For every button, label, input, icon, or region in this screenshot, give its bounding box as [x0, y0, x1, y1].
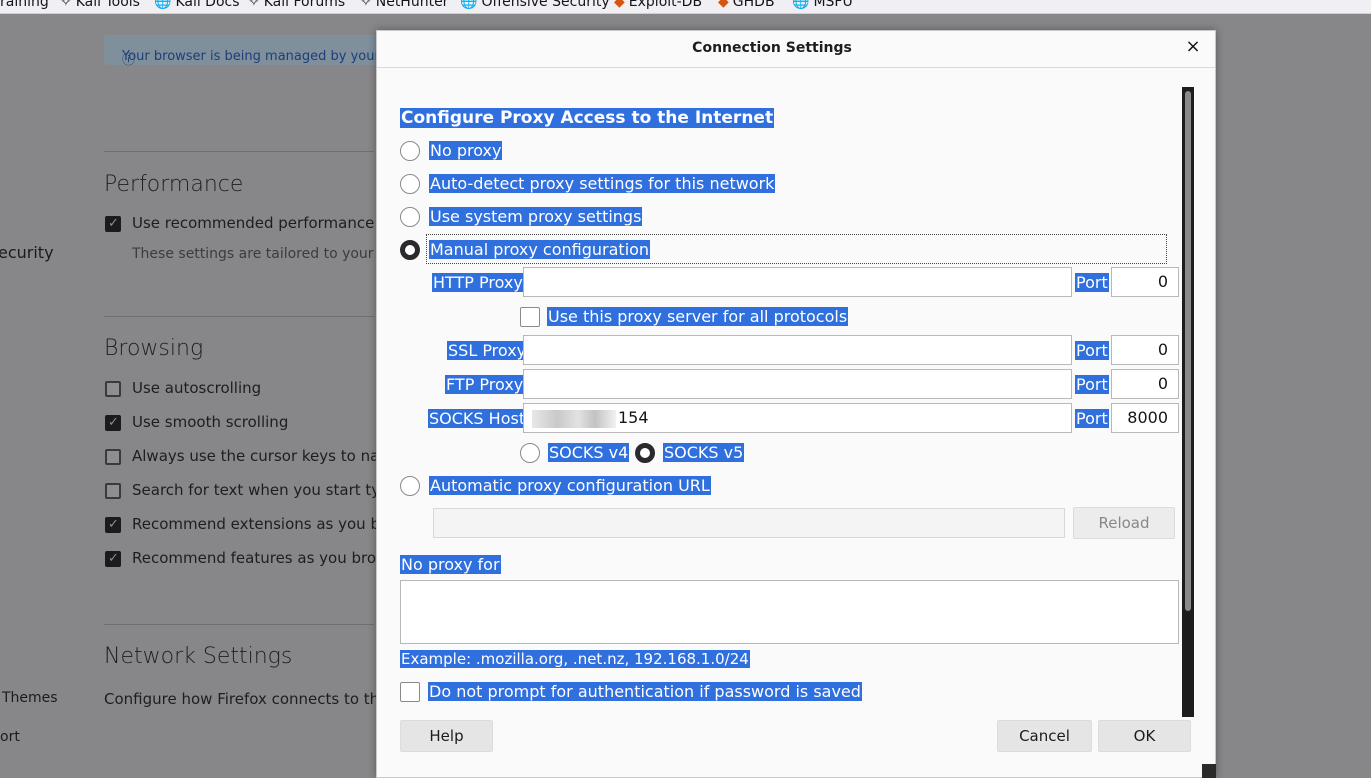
ftp-port-input[interactable]: 0 — [1111, 369, 1179, 399]
divider — [104, 316, 374, 317]
bookmark-item[interactable]: ✧ NetHunter — [360, 0, 448, 10]
divider — [104, 151, 374, 152]
divider — [104, 624, 374, 625]
bookmark-item[interactable]: ✧ Kali Forums — [248, 0, 345, 10]
ssl-port-label: Port — [1075, 341, 1109, 360]
auto-proxy-url-radio[interactable] — [400, 476, 420, 496]
ftp-proxy-input[interactable] — [523, 369, 1072, 399]
http-proxy-label: HTTP Proxy — [432, 273, 524, 292]
reload-button[interactable]: Reload — [1073, 507, 1175, 539]
no-proxy-for-label: No proxy for — [400, 555, 501, 574]
smooth-scrolling-checkbox[interactable] — [105, 415, 121, 431]
bookmark-item[interactable]: 🌐 MSFU — [792, 0, 853, 10]
dialog-titlebar: Connection Settings × — [377, 31, 1215, 68]
help-button[interactable]: Help — [400, 720, 493, 752]
exploitdb-icon: ◆ — [718, 0, 729, 10]
socks-host-value: 154 — [618, 408, 649, 427]
bookmark-item[interactable]: ✧ Kali Tools — [60, 0, 140, 10]
socks-v5-label[interactable]: SOCKS v5 — [663, 443, 745, 462]
auto-detect-radio[interactable] — [400, 174, 420, 194]
managed-notice[interactable]: ⓘ Your browser is being managed by your — [104, 35, 404, 68]
globe-icon: 🌐 — [460, 0, 478, 10]
proxy-heading: Configure Proxy Access to the Internet — [400, 108, 775, 128]
socks-v4-label[interactable]: SOCKS v4 — [548, 443, 630, 462]
socks-port-label: Port — [1075, 409, 1109, 428]
no-prompt-auth-label[interactable]: Do not prompt for authentication if pass… — [428, 682, 862, 701]
cursor-keys-checkbox[interactable] — [105, 449, 121, 465]
cursor-keys-label: Always use the cursor keys to nav — [132, 447, 389, 465]
ftp-port-label: Port — [1075, 375, 1109, 394]
bookmark-item[interactable]: ◆ Exploit-DB — [614, 0, 702, 10]
http-proxy-input[interactable] — [523, 267, 1072, 297]
use-for-all-protocols-label[interactable]: Use this proxy server for all protocols — [547, 307, 849, 326]
bookmarks-toolbar: raining ✧ Kali Tools 🌐 Kali Docs ✧ Kali For… — [0, 0, 1371, 14]
cancel-button[interactable]: Cancel — [997, 720, 1092, 752]
performance-description: These settings are tailored to your con — [132, 246, 404, 262]
no-prompt-auth-checkbox[interactable] — [400, 682, 420, 702]
auto-proxy-url-label[interactable]: Automatic proxy configuration URL — [429, 476, 711, 495]
kali-icon: ✧ — [360, 0, 372, 10]
no-proxy-label[interactable]: No proxy — [429, 141, 503, 160]
system-proxy-radio[interactable] — [400, 207, 420, 227]
search-text-label: Search for text when you start typ — [132, 481, 390, 499]
recommend-extensions-label: Recommend extensions as you br — [132, 515, 387, 533]
ok-button[interactable]: OK — [1098, 720, 1191, 752]
manual-proxy-radio[interactable] — [400, 240, 420, 260]
browsing-heading: Browsing — [104, 336, 204, 361]
use-for-all-protocols-checkbox[interactable] — [520, 307, 540, 327]
recommended-performance-label: Use recommended performance s — [132, 214, 387, 232]
socks-host-input[interactable]: 154 — [523, 403, 1072, 433]
exploitdb-icon: ◆ — [614, 0, 625, 10]
socks-v4-radio[interactable] — [520, 443, 540, 463]
recommend-features-checkbox[interactable] — [105, 551, 121, 567]
sidebar-item-security[interactable]: ecurity — [0, 243, 54, 262]
scrollbar-thumb[interactable] — [1185, 91, 1191, 611]
ftp-proxy-label: FTP Proxy — [445, 375, 525, 394]
network-settings-heading: Network Settings — [104, 644, 293, 669]
autoscrolling-label: Use autoscrolling — [132, 379, 262, 397]
http-port-input[interactable]: 0 — [1111, 267, 1179, 297]
sidebar-item-support[interactable]: ort — [0, 729, 20, 745]
bookmark-item[interactable]: 🌐 Offensive Security — [460, 0, 610, 10]
http-port-label: Port — [1075, 273, 1109, 292]
close-icon[interactable]: × — [1183, 37, 1203, 57]
system-proxy-label[interactable]: Use system proxy settings — [429, 207, 643, 226]
globe-icon: 🌐 — [792, 0, 810, 10]
dialog-title: Connection Settings — [692, 40, 852, 56]
socks-host-label: SOCKS Host — [428, 409, 527, 428]
network-settings-description: Configure how Firefox connects to the — [104, 690, 389, 708]
manual-proxy-label[interactable]: Manual proxy configuration — [429, 240, 651, 259]
auto-detect-label[interactable]: Auto-detect proxy settings for this netw… — [429, 174, 776, 193]
bookmark-item[interactable]: raining — [0, 0, 49, 10]
resize-grip-icon[interactable] — [1202, 764, 1216, 778]
recommend-extensions-checkbox[interactable] — [105, 517, 121, 533]
redacted-text — [532, 409, 616, 428]
ssl-proxy-input[interactable] — [523, 335, 1072, 365]
bookmark-item[interactable]: 🌐 Kali Docs — [154, 0, 240, 10]
search-text-checkbox[interactable] — [105, 483, 121, 499]
recommend-features-label: Recommend features as you brow — [132, 549, 389, 567]
globe-icon: 🌐 — [154, 0, 172, 10]
kali-icon: ✧ — [60, 0, 72, 10]
no-proxy-radio[interactable] — [400, 141, 420, 161]
connection-settings-dialog: Connection Settings × Configure Proxy Ac… — [376, 30, 1216, 778]
recommended-performance-checkbox[interactable] — [105, 216, 121, 232]
performance-heading: Performance — [104, 172, 244, 197]
smooth-scrolling-label: Use smooth scrolling — [132, 413, 289, 431]
kali-icon: ✧ — [248, 0, 260, 10]
ssl-proxy-label: SSL Proxy — [447, 341, 528, 360]
socks-v5-radio[interactable] — [635, 443, 655, 463]
no-proxy-example: Example: .mozilla.org, .net.nz, 192.168.… — [400, 650, 750, 668]
auto-proxy-url-input[interactable] — [433, 508, 1065, 538]
sidebar-item-themes[interactable]: Themes — [2, 690, 58, 706]
socks-port-input[interactable]: 8000 — [1111, 403, 1179, 433]
bookmark-item[interactable]: ◆ GHDB — [718, 0, 775, 10]
ssl-port-input[interactable]: 0 — [1111, 335, 1179, 365]
autoscrolling-checkbox[interactable] — [105, 381, 121, 397]
no-proxy-for-textarea[interactable] — [400, 580, 1179, 644]
